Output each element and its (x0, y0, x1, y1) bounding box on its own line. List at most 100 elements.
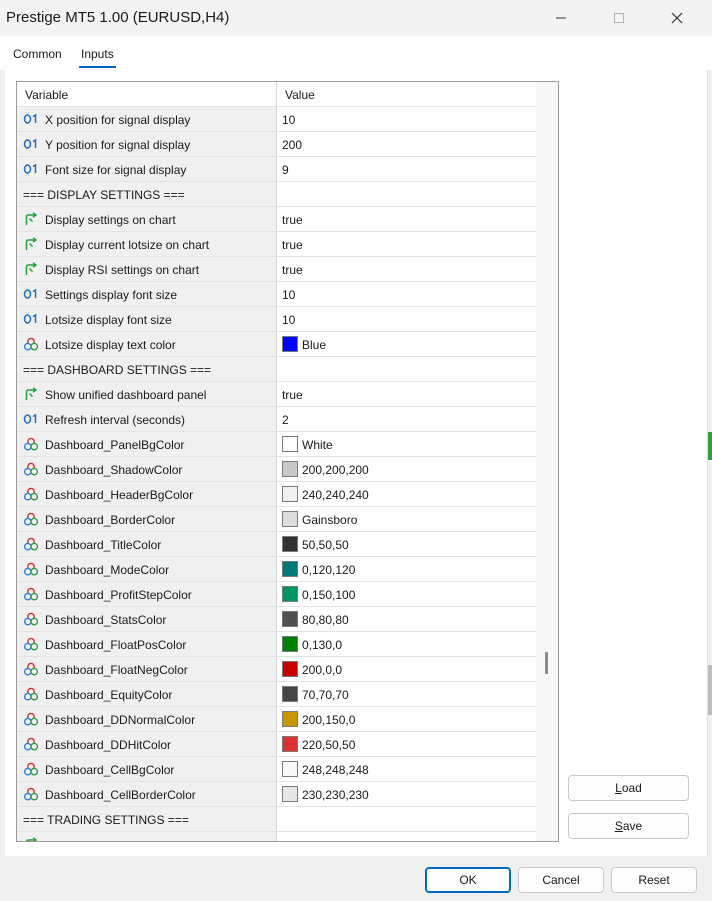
input-row[interactable]: Dashboard_CellBgColor 248,248,248 (17, 757, 536, 782)
value-cell[interactable]: 80,80,80 (278, 607, 536, 631)
variable-cell[interactable] (17, 832, 277, 841)
save-button[interactable]: Save (568, 813, 689, 839)
input-row[interactable] (17, 832, 536, 841)
variable-cell[interactable]: Settings display font size (17, 282, 277, 306)
grid-scrollbar[interactable] (536, 82, 558, 841)
input-row[interactable]: Dashboard_FloatPosColor 0,130,0 (17, 632, 536, 657)
input-row[interactable]: Display RSI settings on chart true (17, 257, 536, 282)
input-row[interactable]: Y position for signal display 200 (17, 132, 536, 157)
cancel-button[interactable]: Cancel (518, 867, 604, 893)
input-row[interactable]: Dashboard_TitleColor 50,50,50 (17, 532, 536, 557)
column-header-value[interactable]: Value (278, 82, 536, 107)
variable-cell[interactable]: Font size for signal display (17, 157, 277, 181)
value-cell[interactable]: 50,50,50 (278, 532, 536, 556)
input-row[interactable]: Lotsize display text color Blue (17, 332, 536, 357)
variable-cell[interactable]: Dashboard_PanelBgColor (17, 432, 277, 456)
tab-inputs[interactable]: Inputs (79, 47, 116, 68)
input-row[interactable]: Dashboard_ModeColor 0,120,120 (17, 557, 536, 582)
value-cell[interactable]: 0,150,100 (278, 582, 536, 606)
input-row[interactable]: Display current lotsize on chart true (17, 232, 536, 257)
input-row[interactable]: X position for signal display 10 (17, 107, 536, 132)
value-cell[interactable]: 10 (278, 282, 536, 306)
close-button[interactable] (654, 0, 700, 36)
variable-cell[interactable]: Y position for signal display (17, 132, 277, 156)
variable-cell[interactable]: Dashboard_CellBgColor (17, 757, 277, 781)
value-cell[interactable]: 200,0,0 (278, 657, 536, 681)
input-row[interactable]: Dashboard_CellBorderColor 230,230,230 (17, 782, 536, 807)
value-cell[interactable]: 0,120,120 (278, 557, 536, 581)
section-row[interactable]: === DASHBOARD SETTINGS === (17, 357, 536, 382)
value-cell[interactable]: 2 (278, 407, 536, 431)
value-cell[interactable] (278, 807, 536, 831)
reset-button[interactable]: Reset (611, 867, 697, 893)
value-cell[interactable]: 200,200,200 (278, 457, 536, 481)
value-cell[interactable] (278, 832, 536, 841)
variable-cell[interactable]: Dashboard_TitleColor (17, 532, 277, 556)
variable-cell[interactable]: Dashboard_DDHitColor (17, 732, 277, 756)
variable-cell[interactable]: === TRADING SETTINGS === (17, 807, 277, 831)
value-cell[interactable]: White (278, 432, 536, 456)
value-cell[interactable]: 10 (278, 307, 536, 331)
ok-button[interactable]: OK (425, 867, 511, 893)
value-cell[interactable] (278, 357, 536, 381)
variable-cell[interactable]: Dashboard_ShadowColor (17, 457, 277, 481)
variable-cell[interactable]: Dashboard_StatsColor (17, 607, 277, 631)
input-row[interactable]: Dashboard_ProfitStepColor 0,150,100 (17, 582, 536, 607)
variable-cell[interactable]: Dashboard_FloatPosColor (17, 632, 277, 656)
section-row[interactable]: === TRADING SETTINGS === (17, 807, 536, 832)
input-row[interactable]: Display settings on chart true (17, 207, 536, 232)
value-cell[interactable]: 240,240,240 (278, 482, 536, 506)
variable-cell[interactable]: X position for signal display (17, 107, 277, 131)
variable-cell[interactable]: Display current lotsize on chart (17, 232, 277, 256)
value-cell[interactable]: true (278, 257, 536, 281)
variable-cell[interactable]: Dashboard_EquityColor (17, 682, 277, 706)
value-cell[interactable]: 220,50,50 (278, 732, 536, 756)
variable-cell[interactable]: === DASHBOARD SETTINGS === (17, 357, 277, 381)
variable-cell[interactable]: Dashboard_ModeColor (17, 557, 277, 581)
variable-cell[interactable]: === DISPLAY SETTINGS === (17, 182, 277, 206)
input-row[interactable]: Dashboard_HeaderBgColor 240,240,240 (17, 482, 536, 507)
value-cell[interactable]: 230,230,230 (278, 782, 536, 806)
value-cell[interactable]: 70,70,70 (278, 682, 536, 706)
value-cell[interactable]: 10 (278, 107, 536, 131)
value-cell[interactable]: true (278, 207, 536, 231)
input-row[interactable]: Dashboard_BorderColor Gainsboro (17, 507, 536, 532)
load-button[interactable]: Load (568, 775, 689, 801)
variable-cell[interactable]: Show unified dashboard panel (17, 382, 277, 406)
variable-cell[interactable]: Lotsize display text color (17, 332, 277, 356)
value-cell[interactable]: 248,248,248 (278, 757, 536, 781)
tab-common[interactable]: Common (13, 47, 62, 61)
input-row[interactable]: Show unified dashboard panel true (17, 382, 536, 407)
value-cell[interactable]: Blue (278, 332, 536, 356)
minimize-button[interactable] (538, 0, 584, 36)
variable-cell[interactable]: Dashboard_DDNormalColor (17, 707, 277, 731)
variable-cell[interactable]: Display RSI settings on chart (17, 257, 277, 281)
value-cell[interactable] (278, 182, 536, 206)
input-row[interactable]: Dashboard_EquityColor 70,70,70 (17, 682, 536, 707)
input-row[interactable]: Dashboard_PanelBgColor White (17, 432, 536, 457)
variable-cell[interactable]: Display settings on chart (17, 207, 277, 231)
value-cell[interactable]: true (278, 382, 536, 406)
input-row[interactable]: Dashboard_StatsColor 80,80,80 (17, 607, 536, 632)
variable-cell[interactable]: Dashboard_BorderColor (17, 507, 277, 531)
input-row[interactable]: Refresh interval (seconds) 2 (17, 407, 536, 432)
value-cell[interactable]: 9 (278, 157, 536, 181)
variable-cell[interactable]: Dashboard_FloatNegColor (17, 657, 277, 681)
input-row[interactable]: Font size for signal display 9 (17, 157, 536, 182)
input-row[interactable]: Dashboard_DDHitColor 220,50,50 (17, 732, 536, 757)
column-header-variable[interactable]: Variable (17, 82, 277, 107)
value-cell[interactable]: 0,130,0 (278, 632, 536, 656)
variable-cell[interactable]: Dashboard_HeaderBgColor (17, 482, 277, 506)
scrollbar-thumb[interactable] (545, 652, 548, 674)
input-row[interactable]: Dashboard_FloatNegColor 200,0,0 (17, 657, 536, 682)
input-row[interactable]: Dashboard_DDNormalColor 200,150,0 (17, 707, 536, 732)
section-row[interactable]: === DISPLAY SETTINGS === (17, 182, 536, 207)
variable-cell[interactable]: Dashboard_ProfitStepColor (17, 582, 277, 606)
variable-cell[interactable]: Lotsize display font size (17, 307, 277, 331)
input-row[interactable]: Settings display font size 10 (17, 282, 536, 307)
variable-cell[interactable]: Dashboard_CellBorderColor (17, 782, 277, 806)
value-cell[interactable]: 200,150,0 (278, 707, 536, 731)
input-row[interactable]: Lotsize display font size 10 (17, 307, 536, 332)
variable-cell[interactable]: Refresh interval (seconds) (17, 407, 277, 431)
value-cell[interactable]: Gainsboro (278, 507, 536, 531)
